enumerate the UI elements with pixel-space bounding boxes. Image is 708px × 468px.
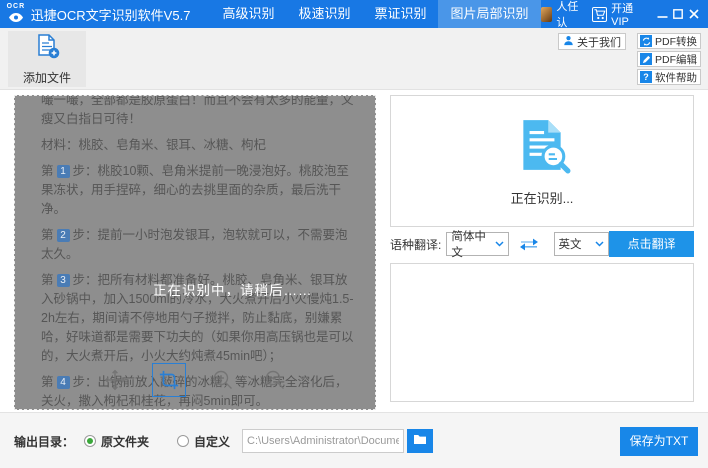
output-directory-label: 输出目录： xyxy=(14,433,74,450)
paragraph-text: 嘬一嘬，全部都是胶原蛋白！而且不会有太多的能量，又瘦又白指日可待！ xyxy=(41,95,354,126)
bottom-bar: 输出目录： 原文件夹 自定义 保存为TXT xyxy=(0,412,708,468)
app-window: OCR 迅捷OCR文字识别软件V5.7 高级识别 极速识别 票证识别 图片局部识… xyxy=(0,0,708,468)
step-badge: 4 xyxy=(57,376,70,389)
paragraph-text: 材料：桃胶、皂角米、银耳、冰糖、枸杞 xyxy=(41,138,266,152)
document-search-icon xyxy=(513,116,571,179)
titlebar: OCR 迅捷OCR文字识别软件V5.7 高级识别 极速识别 票证识别 图片局部识… xyxy=(0,0,708,28)
browse-folder-button[interactable] xyxy=(407,429,433,453)
save-as-txt-button[interactable]: 保存为TXT xyxy=(620,427,698,456)
document-paragraph: 第1步：桃胶10颗、皂角米提前一晚浸泡好。桃胶泡至果冻状，用手捏碎，细心的去挑里… xyxy=(41,162,359,219)
about-us-label: 关于我们 xyxy=(577,34,621,50)
recognition-status-box: 正在识别... xyxy=(390,95,694,227)
move-icon[interactable] xyxy=(100,365,130,395)
target-language-select[interactable]: 英文 xyxy=(554,232,610,256)
folder-icon xyxy=(413,434,427,448)
output-path-input[interactable] xyxy=(242,429,404,453)
crop-icon[interactable] xyxy=(152,363,186,397)
open-vip-label[interactable]: 开通VIP xyxy=(611,0,642,28)
output-directory-row: 输出目录： 原文件夹 自定义 xyxy=(14,429,433,453)
eye-icon xyxy=(9,10,23,26)
tab-fast-ocr[interactable]: 极速识别 xyxy=(286,0,362,28)
paragraph-text: 第 xyxy=(41,164,54,178)
add-file-button[interactable]: 添加文件 xyxy=(8,31,86,87)
tab-advanced-ocr[interactable]: 高级识别 xyxy=(210,0,286,28)
edit-icon xyxy=(640,53,652,65)
pdf-convert-label: PDF转换 xyxy=(655,34,697,49)
help-icon: ? xyxy=(640,71,652,83)
paragraph-text: 第 xyxy=(41,228,54,242)
paragraph-text: 第 xyxy=(41,375,54,389)
translate-button[interactable]: 点击翻译 xyxy=(609,231,694,257)
minimize-icon[interactable] xyxy=(655,0,671,28)
titlebar-right: 人任认 开通VIP xyxy=(541,0,703,30)
avatar[interactable] xyxy=(541,7,553,22)
logo-text: OCR xyxy=(7,3,26,10)
paragraph-text: 第 xyxy=(41,273,54,287)
document-paragraph: 材料：桃胶、皂角米、银耳、冰糖、枸杞 xyxy=(41,136,359,155)
paragraph-text: 步：桃胶10颗、皂角米提前一晚浸泡好。桃胶泡至果冻状，用手捏碎，细心的去挑里面的… xyxy=(41,164,349,216)
image-preview-panel[interactable]: 嘬一嘬，全部都是胶原蛋白！而且不会有太多的能量，又瘦又白指日可待！ 材料：桃胶、… xyxy=(14,95,376,410)
person-icon xyxy=(563,35,574,49)
radio-custom-folder[interactable]: 自定义 xyxy=(177,433,230,450)
source-language-select[interactable]: 简体中文 xyxy=(446,232,508,256)
translation-label: 语种翻译: xyxy=(390,236,441,253)
source-language-value: 简体中文 xyxy=(451,228,494,260)
about-us-button[interactable]: 关于我们 xyxy=(558,33,626,50)
document-paragraph: 第2步：提前一小时泡发银耳，泡软就可以，不需要泡太久。 xyxy=(41,226,359,264)
tab-image-region-ocr[interactable]: 图片局部识别 xyxy=(438,0,540,28)
chevron-down-icon xyxy=(495,238,504,250)
recognition-status-text: 正在识别... xyxy=(511,188,574,207)
radio-custom-folder-label: 自定义 xyxy=(194,433,230,450)
tab-bar: 高级识别 极速识别 票证识别 图片局部识别 xyxy=(210,0,540,28)
recognizing-overlay-text: 正在识别中，请稍后…… xyxy=(153,279,313,299)
translation-result-box[interactable] xyxy=(390,263,694,402)
translation-bar: 语种翻译: 简体中文 英文 点击翻译 xyxy=(390,231,694,257)
add-file-icon xyxy=(34,33,60,64)
swap-arrows-icon[interactable] xyxy=(517,237,541,251)
zoom-in-icon[interactable] xyxy=(208,365,238,395)
zoom-out-icon[interactable] xyxy=(260,365,290,395)
software-help-button[interactable]: ? 软件帮助 xyxy=(637,69,701,85)
chevron-down-icon xyxy=(595,238,604,250)
add-file-label: 添加文件 xyxy=(23,69,71,86)
cart-icon[interactable] xyxy=(592,7,607,22)
step-badge: 2 xyxy=(57,229,70,242)
close-icon[interactable] xyxy=(686,0,702,28)
pdf-edit-label: PDF编辑 xyxy=(655,52,697,67)
target-language-value: 英文 xyxy=(559,236,582,252)
radio-original-folder-label: 原文件夹 xyxy=(101,433,149,450)
radio-original-folder[interactable]: 原文件夹 xyxy=(84,433,149,450)
convert-icon xyxy=(640,35,652,47)
maximize-icon[interactable] xyxy=(670,0,686,28)
app-title: 迅捷OCR文字识别软件V5.7 xyxy=(31,5,191,24)
user-label[interactable]: 人任认 xyxy=(556,0,582,30)
pdf-edit-button[interactable]: PDF编辑 xyxy=(637,51,701,67)
image-tools xyxy=(100,363,290,397)
software-help-label: 软件帮助 xyxy=(655,70,697,85)
app-logo: OCR xyxy=(6,3,26,26)
radio-dot xyxy=(84,435,96,447)
pdf-convert-button[interactable]: PDF转换 xyxy=(637,33,701,49)
toolbar: 添加文件 关于我们 PDF转换 PDF编辑 ? 软件帮助 xyxy=(0,28,708,90)
tab-ticket-ocr[interactable]: 票证识别 xyxy=(362,0,438,28)
step-badge: 1 xyxy=(57,165,70,178)
step-badge: 3 xyxy=(57,274,70,287)
radio-dot xyxy=(177,435,189,447)
paragraph-text: 步：提前一小时泡发银耳，泡软就可以，不需要泡太久。 xyxy=(41,228,348,261)
document-paragraph: 嘬一嘬，全部都是胶原蛋白！而且不会有太多的能量，又瘦又白指日可待！ xyxy=(41,95,359,129)
